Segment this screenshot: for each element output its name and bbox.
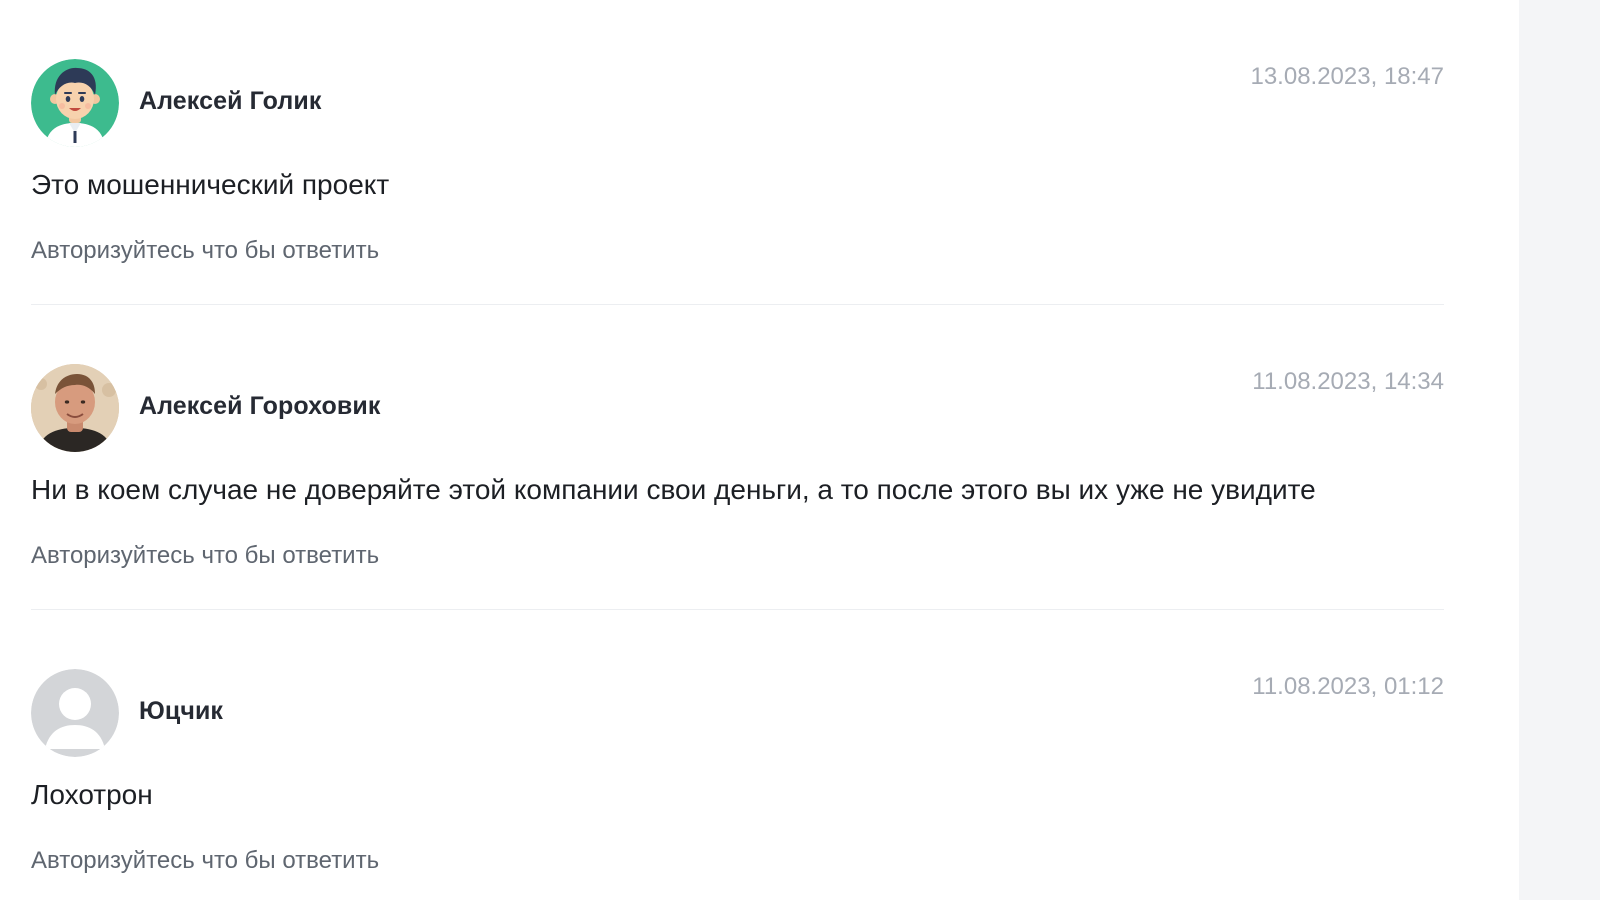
comment-text: Это мошеннический проект [31, 169, 390, 200]
comment-item: Алексей Голик 13.08.2023, 18:47 Это моше… [31, 0, 1444, 305]
comment-text: Ни в коем случае не доверяйте этой компа… [31, 474, 1316, 505]
comment-header: Алексей Гороховик 11.08.2023, 14:34 [31, 364, 1444, 452]
cartoon-businessman-avatar-icon [31, 59, 119, 147]
login-to-reply-link[interactable]: Авторизуйтесь что бы ответить [31, 542, 379, 570]
avatar [31, 59, 119, 147]
comment-text: Лохотрон [31, 779, 153, 810]
page: Алексей Голик 13.08.2023, 18:47 Это моше… [0, 0, 1600, 900]
comment-date: 13.08.2023, 18:47 [1250, 63, 1444, 90]
side-panel [1519, 0, 1600, 900]
comments-list: Алексей Голик 13.08.2023, 18:47 Это моше… [31, 0, 1444, 900]
comment-date: 11.08.2023, 01:12 [1252, 673, 1444, 700]
login-to-reply-link[interactable]: Авторизуйтесь что бы ответить [31, 237, 379, 265]
login-to-reply-link[interactable]: Авторизуйтесь что бы ответить [31, 847, 379, 875]
avatar [31, 364, 119, 452]
author-name: Алексей Голик [139, 87, 322, 115]
default-user-avatar-icon [31, 669, 119, 757]
comment-item: Юцчик 11.08.2023, 01:12 Лохотрон Авториз… [31, 610, 1444, 900]
avatar [31, 669, 119, 757]
user-photo-avatar-icon [31, 364, 119, 452]
comment-header: Юцчик 11.08.2023, 01:12 [31, 669, 1444, 757]
author-name: Юцчик [139, 697, 224, 725]
comment-item: Алексей Гороховик 11.08.2023, 14:34 Ни в… [31, 305, 1444, 610]
comment-date: 11.08.2023, 14:34 [1252, 368, 1444, 395]
comment-header: Алексей Голик 13.08.2023, 18:47 [31, 59, 1444, 147]
author-name: Алексей Гороховик [139, 392, 381, 420]
